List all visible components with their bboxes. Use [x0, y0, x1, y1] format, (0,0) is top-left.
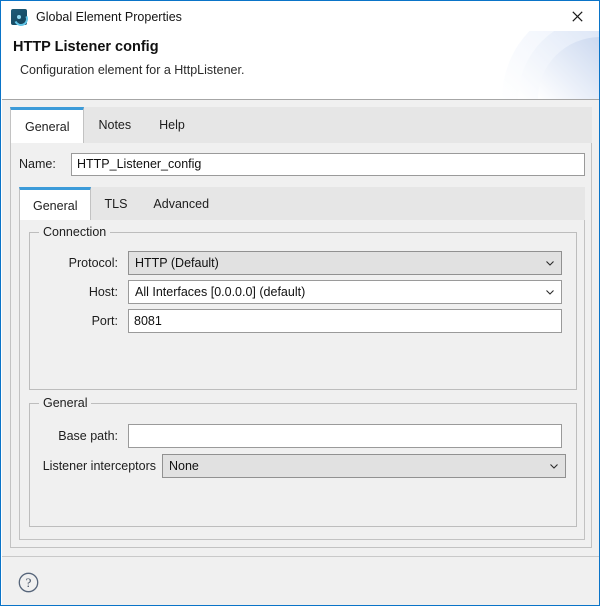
tab-help[interactable]: Help	[145, 107, 199, 143]
name-input[interactable]	[71, 152, 585, 176]
tab-label: General	[33, 198, 78, 213]
close-icon[interactable]	[555, 2, 599, 31]
outer-tab-panel: Name: General TLS Advanced Connect	[10, 143, 592, 548]
name-label: Name:	[19, 157, 56, 171]
base-path-row: Base path:	[42, 424, 562, 448]
host-select[interactable]: All Interfaces [0.0.0.0] (default)	[128, 280, 562, 304]
connection-group-title: Connection	[39, 225, 111, 239]
tab-notes[interactable]: Notes	[84, 107, 145, 143]
dialog-body: General Notes Help Name: General	[2, 99, 599, 557]
host-label: Host:	[88, 285, 118, 299]
protocol-value: HTTP (Default)	[135, 256, 219, 270]
host-row: Host: All Interfaces [0.0.0.0] (default)	[42, 280, 562, 304]
tab-label: Advanced	[153, 196, 210, 211]
page-description: Configuration element for a HttpListener…	[20, 63, 245, 77]
listener-interceptors-row: Listener interceptors None	[36, 454, 568, 478]
chevron-down-icon	[550, 464, 558, 469]
tab-label: TLS	[104, 196, 128, 211]
window-title: Global Element Properties	[36, 9, 182, 24]
outer-tab-strip: General Notes Help	[10, 107, 592, 144]
title-bar: Global Element Properties	[2, 2, 599, 31]
chevron-down-icon	[546, 261, 554, 266]
port-label: Port:	[91, 314, 118, 328]
svg-text:?: ?	[26, 575, 32, 590]
base-path-label: Base path:	[58, 429, 118, 443]
protocol-label: Protocol:	[68, 256, 118, 270]
tab-label: General	[25, 119, 70, 134]
host-value: All Interfaces [0.0.0.0] (default)	[135, 285, 306, 299]
global-element-properties-dialog: Global Element Properties HTTP Listener …	[0, 0, 600, 606]
inner-tab-strip: General TLS Advanced	[19, 187, 585, 221]
port-input[interactable]	[128, 309, 562, 333]
inner-tab-panel: Connection Protocol: HTTP (Default) Host…	[19, 220, 585, 540]
page-title: HTTP Listener config	[13, 39, 159, 55]
dialog-header: HTTP Listener config Configuration eleme…	[2, 31, 599, 99]
listener-interceptors-select[interactable]: None	[162, 454, 566, 478]
app-logo-icon	[11, 8, 27, 25]
port-row: Port:	[42, 309, 562, 333]
tab-advanced[interactable]: Advanced	[140, 187, 222, 220]
listener-interceptors-label: Listener interceptors	[42, 459, 156, 473]
tab-label: Help	[159, 118, 185, 132]
protocol-select[interactable]: HTTP (Default)	[128, 251, 562, 275]
name-row: Name:	[19, 152, 585, 176]
tab-label: Notes	[98, 118, 132, 132]
dialog-footer: ? Test Connection... OK Cancel	[2, 556, 599, 605]
protocol-row: Protocol: HTTP (Default)	[42, 251, 562, 275]
tab-tls[interactable]: TLS	[91, 187, 140, 220]
base-path-input[interactable]	[128, 424, 562, 448]
help-icon[interactable]: ?	[18, 572, 39, 593]
general-group-title: General	[39, 396, 92, 410]
tab-general-inner[interactable]: General	[19, 187, 92, 221]
connection-group: Connection Protocol: HTTP (Default) Host…	[29, 225, 577, 390]
decorative-arcs	[502, 31, 599, 99]
general-group: General Base path: Listener interceptors…	[29, 396, 577, 527]
chevron-down-icon	[546, 290, 554, 295]
listener-interceptors-value: None	[169, 459, 199, 473]
tab-general-outer[interactable]: General	[10, 107, 85, 144]
